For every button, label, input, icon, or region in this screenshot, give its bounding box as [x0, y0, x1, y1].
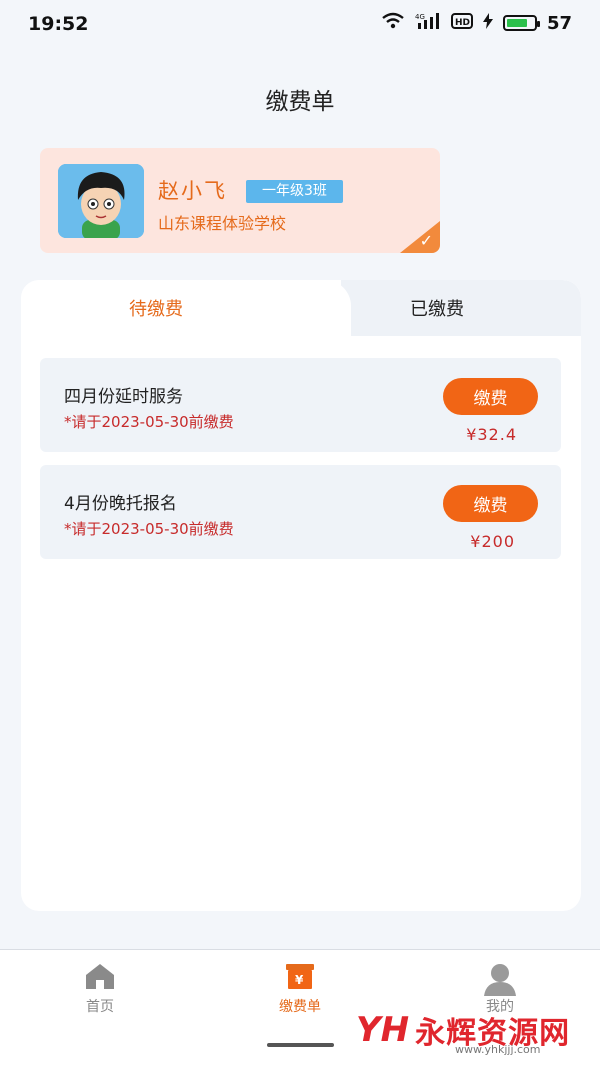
nav-bills-label: 缴费单	[279, 999, 321, 1015]
school-name: 山东课程体验学校	[158, 214, 287, 233]
bill-title: 4月份晚托报名	[64, 494, 177, 514]
status-time: 19:52	[28, 13, 89, 35]
bill-amount: ¥200	[470, 532, 515, 551]
home-icon	[84, 962, 116, 994]
nav-home-label: 首页	[86, 999, 114, 1015]
tab-pending[interactable]: 待缴费	[129, 295, 183, 321]
bill-item[interactable]: 4月份晚托报名 *请于2023-05-30前缴费 缴费 ¥200	[40, 465, 561, 559]
watermark-url: www.yhkjjj.com	[455, 1043, 541, 1056]
check-icon: ✓	[419, 231, 433, 250]
page-title: 缴费单	[265, 89, 335, 115]
svg-text:HD: HD	[455, 18, 470, 28]
avatar	[58, 164, 144, 238]
bills-panel: 待缴费 已缴费 四月份延时服务 *请于2023-05-30前缴费 缴费 ¥32.…	[21, 280, 581, 911]
page: 19:52 4G HD 57 缴费单 赵小飞 一年级3班 山东课程体验学校 ✓ …	[0, 0, 600, 1067]
signal-icon: 4G	[415, 12, 441, 34]
home-indicator[interactable]	[267, 1043, 334, 1047]
tabs: 待缴费 已缴费	[21, 280, 581, 338]
battery-icon	[502, 15, 540, 31]
watermark-logo: YH	[356, 1010, 410, 1050]
bill-amount: ¥32.4	[466, 425, 517, 444]
svg-text:4G: 4G	[415, 13, 425, 21]
student-name: 赵小飞	[158, 179, 227, 203]
hd-icon: HD	[450, 12, 473, 34]
svg-text:¥: ¥	[295, 973, 304, 987]
charging-icon	[482, 13, 493, 33]
nav-home[interactable]: 首页	[40, 950, 160, 1030]
battery-level: 57	[546, 12, 572, 34]
bill-title: 四月份延时服务	[64, 387, 183, 407]
nav-bills[interactable]: ¥ 缴费单	[240, 950, 360, 1030]
pay-button[interactable]: 缴费	[443, 485, 538, 522]
bill-deadline: *请于2023-05-30前缴费	[64, 520, 234, 538]
user-icon	[483, 962, 517, 1000]
bill-icon: ¥	[284, 962, 316, 994]
tab-paid[interactable]: 已缴费	[410, 295, 464, 321]
student-card[interactable]: 赵小飞 一年级3班 山东课程体验学校 ✓	[40, 148, 440, 253]
class-badge: 一年级3班	[246, 180, 343, 203]
pay-button[interactable]: 缴费	[443, 378, 538, 415]
status-bar: 19:52 4G HD 57	[0, 0, 600, 50]
status-icons: 4G HD 57	[381, 12, 572, 34]
tab-pending-bg[interactable]	[21, 280, 351, 338]
wifi-icon	[381, 12, 405, 34]
bill-item[interactable]: 四月份延时服务 *请于2023-05-30前缴费 缴费 ¥32.4	[40, 358, 561, 452]
bill-deadline: *请于2023-05-30前缴费	[64, 413, 234, 431]
